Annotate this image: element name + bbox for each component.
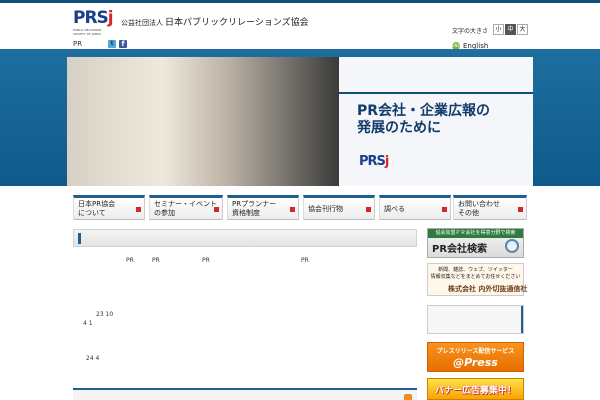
banner-edge: [521, 306, 523, 333]
prsj-logo[interactable]: PRSj PUBLIC RELATIONS SOCIETY OF JAPAN: [73, 10, 114, 37]
clipping-banner-logo: 株式会社 内外切抜通信社: [448, 285, 528, 293]
nav-item-about[interactable]: 日本PR協会 について: [73, 195, 145, 220]
atpress-banner-caption: プレスリリース配信サービス: [436, 348, 515, 355]
nav-item-seminar[interactable]: セミナー・イベント の参加: [149, 195, 223, 220]
magnifier-icon: [505, 239, 519, 253]
nav-item-publications[interactable]: 協会刊行物: [303, 195, 375, 220]
nav-arrow-icon: [214, 207, 219, 212]
font-size-large-button[interactable]: 大: [517, 24, 528, 35]
nav-arrow-icon: [518, 207, 523, 212]
site-header: PRSj PUBLIC RELATIONS SOCIETY OF JAPAN 公…: [0, 3, 600, 50]
main-date-3: 24 4: [86, 355, 100, 362]
nav-arrow-icon: [366, 207, 371, 212]
nav-arrow-icon: [442, 207, 447, 212]
main-section-heading: [73, 229, 417, 247]
main-date-1: 23 10: [96, 311, 114, 318]
hero-photo: [67, 57, 339, 186]
main-text-pr-3: PR: [202, 257, 210, 264]
hero-logo: PRSj: [359, 154, 390, 169]
clipping-service-banner[interactable]: 新聞、雑誌、ウェブ、ツイッター 情報収集などをまとめてお任せください 株式会社 …: [427, 263, 528, 296]
twitter-icon[interactable]: t: [108, 40, 116, 48]
blank-banner[interactable]: [427, 305, 524, 334]
facebook-icon[interactable]: f: [119, 40, 127, 48]
font-size-small-button[interactable]: 小: [493, 24, 504, 35]
atpress-banner[interactable]: プレスリリース配信サービス @Press: [427, 342, 524, 372]
organization-name: 公益社団法人 日本パブリックリレーションズ協会: [121, 15, 309, 28]
pr-link[interactable]: PR: [73, 40, 82, 48]
heading-marker: [78, 233, 81, 244]
clipping-banner-text: 新聞、雑誌、ウェブ、ツイッター 情報収集などをまとめてお任せください: [430, 267, 521, 280]
nav-item-contact[interactable]: お問い合わせ その他: [453, 195, 527, 220]
nav-item-pr-planner[interactable]: PRプランナー 資格制度: [227, 195, 299, 220]
main-text-pr-2: PR: [152, 257, 160, 264]
main-text-pr-1: PR: [126, 257, 134, 264]
rss-icon[interactable]: [404, 394, 412, 400]
nav-arrow-icon: [290, 207, 295, 212]
search-banner-title: PR会社検索: [432, 244, 488, 255]
font-size-label: 文字の大きさ: [452, 28, 489, 35]
banner-ad-recruiting[interactable]: バナー広告募集中！: [427, 378, 524, 400]
nav-arrow-icon: [136, 207, 141, 212]
org-prefix: 公益社団法人: [121, 19, 163, 27]
logo-subtitle: PUBLIC RELATIONS SOCIETY OF JAPAN: [73, 28, 102, 36]
org-title: 日本パブリックリレーションズ協会: [165, 18, 309, 28]
banner-ad-text: バナー広告募集中！: [434, 386, 516, 396]
font-size-medium-button[interactable]: 中: [505, 24, 516, 35]
main-text-pr-4: PR: [301, 257, 309, 264]
main-date-2: 4 1: [83, 320, 93, 327]
pr-company-search-banner[interactable]: 協会加盟ＰＲ会社を得意分野で検索 PR会社検索: [427, 228, 524, 258]
news-section-heading: [73, 388, 417, 400]
nav-item-research[interactable]: 調べる: [379, 195, 451, 220]
hero-title: PR会社・企業広報の 発展のために: [357, 103, 491, 136]
search-banner-caption: 協会加盟ＰＲ会社を得意分野で検索: [428, 229, 523, 238]
hero-divider: [339, 92, 533, 94]
main-nav: 日本PR協会 について セミナー・イベント の参加 PRプランナー 資格制度 協…: [73, 195, 527, 220]
atpress-banner-title: @Press: [453, 356, 498, 369]
